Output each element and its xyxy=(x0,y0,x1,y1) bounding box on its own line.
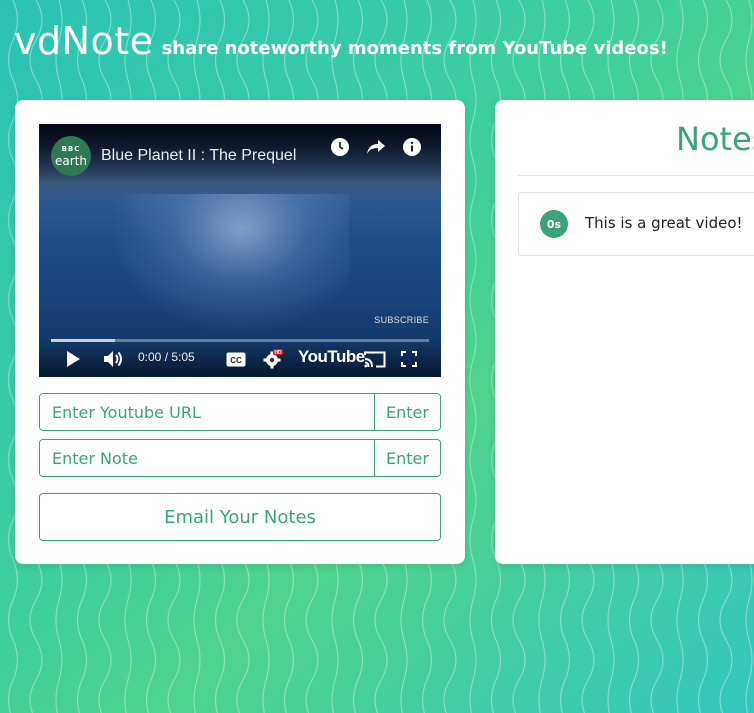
settings-icon[interactable]: HD xyxy=(262,348,284,370)
note-input[interactable] xyxy=(40,440,374,476)
player-card: BBC earth Blue Planet II : The Prequel S… xyxy=(15,100,465,564)
notes-divider xyxy=(518,175,754,176)
video-title[interactable]: Blue Planet II : The Prequel xyxy=(101,147,296,165)
watch-later-icon[interactable] xyxy=(329,136,351,158)
share-icon[interactable] xyxy=(365,136,387,158)
note-item[interactable]: 0s This is a great video! xyxy=(518,192,754,256)
player-controls: 0:00 / 5:05 CC HD YouTube xyxy=(39,341,441,377)
channel-badge-top: BBC xyxy=(61,144,81,153)
background-wave-line xyxy=(469,0,477,713)
notes-title: Notes xyxy=(676,120,754,158)
video-frame-highlight xyxy=(109,194,349,334)
volume-icon[interactable] xyxy=(103,350,125,368)
brand-header: vdNote share noteworthy moments from You… xyxy=(14,22,668,60)
note-enter-button[interactable]: Enter xyxy=(374,440,440,476)
svg-text:HD: HD xyxy=(274,350,282,356)
note-text: This is a great video! xyxy=(585,214,743,232)
svg-text:CC: CC xyxy=(230,356,242,365)
url-enter-button[interactable]: Enter xyxy=(374,394,440,430)
youtube-url-input[interactable] xyxy=(40,394,374,430)
youtube-logo[interactable]: YouTube xyxy=(298,347,365,367)
note-form: Enter xyxy=(39,439,441,477)
video-time: 0:00 / 5:05 xyxy=(138,350,195,364)
subscribe-watermark[interactable]: SUBSCRIBE xyxy=(374,315,429,325)
fullscreen-icon[interactable] xyxy=(400,350,418,368)
app-logo: vdNote xyxy=(14,19,154,63)
youtube-player[interactable]: BBC earth Blue Planet II : The Prequel S… xyxy=(39,124,441,377)
youtube-url-form: Enter xyxy=(39,393,441,431)
notes-card: Notes 0s This is a great video! xyxy=(495,100,754,564)
info-icon[interactable] xyxy=(401,136,423,158)
email-notes-button[interactable]: Email Your Notes xyxy=(39,493,441,541)
app-tagline: share noteworthy moments from YouTube vi… xyxy=(161,38,668,59)
player-top-icons xyxy=(329,136,423,158)
captions-icon[interactable]: CC xyxy=(226,351,246,367)
channel-avatar[interactable]: BBC earth xyxy=(51,136,91,176)
note-timestamp-badge[interactable]: 0s xyxy=(540,210,568,238)
play-icon[interactable] xyxy=(65,350,81,368)
cast-icon[interactable] xyxy=(363,350,387,368)
channel-badge-bottom: earth xyxy=(55,153,87,168)
